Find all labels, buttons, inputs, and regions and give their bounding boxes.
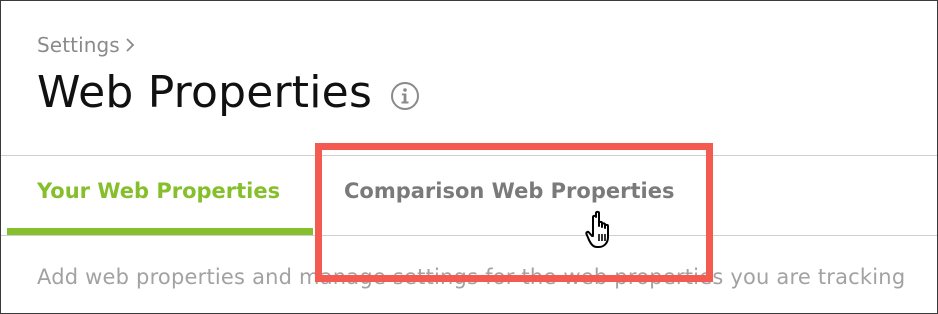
- breadcrumb-settings-link[interactable]: Settings: [37, 33, 120, 57]
- info-icon[interactable]: [390, 81, 420, 111]
- divider: [1, 155, 937, 156]
- chevron-right-icon: [126, 38, 135, 52]
- settings-panel: Settings Web Properties Your Web Propert…: [0, 0, 938, 314]
- tabs-divider: [1, 235, 937, 236]
- highlight-box: [315, 143, 713, 282]
- page-title: Web Properties: [37, 67, 373, 118]
- hand-pointer-icon: [585, 210, 609, 248]
- breadcrumb[interactable]: Settings: [37, 33, 136, 57]
- tab-comparison-web-properties[interactable]: Comparison Web Properties: [344, 179, 674, 203]
- tab-your-web-properties[interactable]: Your Web Properties: [37, 179, 280, 203]
- page-description: Add web properties and manage settings f…: [37, 265, 906, 289]
- title-row: Web Properties: [37, 67, 420, 118]
